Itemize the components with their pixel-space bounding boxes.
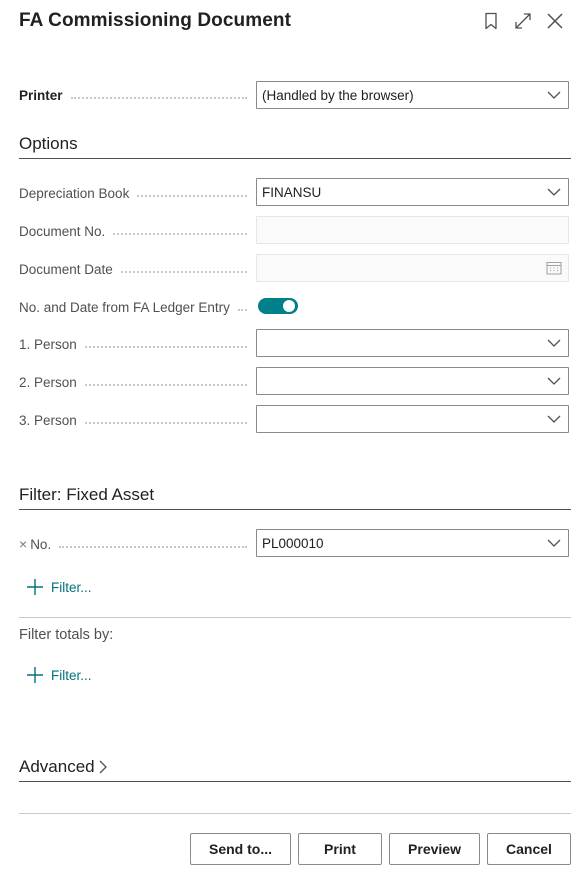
advanced-label: Advanced (19, 757, 95, 776)
send-to-button[interactable]: Send to... (190, 833, 291, 865)
document-date-input[interactable] (256, 254, 569, 282)
person3-select[interactable] (256, 405, 569, 433)
advanced-toggle[interactable]: Advanced (19, 757, 108, 777)
chevron-down-icon (540, 179, 568, 205)
plus-icon (27, 667, 43, 683)
document-no-label: Document No. (19, 221, 255, 241)
calendar-icon[interactable] (540, 255, 568, 281)
add-filter-label: Filter... (51, 667, 92, 683)
options-heading[interactable]: Options (19, 134, 78, 154)
printer-select[interactable]: (Handled by the browser) (256, 81, 569, 109)
chevron-right-icon (99, 760, 107, 774)
depreciation-book-select[interactable]: FINANSU (256, 178, 569, 206)
options-divider (19, 158, 571, 159)
person1-label: 1. Person (19, 334, 255, 354)
advanced-divider (19, 781, 571, 782)
person1-select[interactable] (256, 329, 569, 357)
no-filter-label: × No. (19, 534, 255, 554)
expand-icon[interactable] (512, 10, 534, 32)
no-date-from-ledger-label: No. and Date from FA Ledger Entry (19, 297, 255, 317)
chevron-down-icon (540, 82, 568, 108)
toggle-knob (283, 300, 295, 312)
print-button[interactable]: Print (298, 833, 382, 865)
plus-icon (27, 579, 43, 595)
remove-filter-icon[interactable]: × (19, 536, 27, 552)
cancel-button[interactable]: Cancel (487, 833, 571, 865)
person2-select[interactable] (256, 367, 569, 395)
person2-label: 2. Person (19, 372, 255, 392)
footer-divider (19, 813, 571, 814)
chevron-down-icon (540, 330, 568, 356)
divider (19, 617, 571, 618)
no-date-from-ledger-toggle[interactable] (258, 298, 298, 314)
chevron-down-icon (540, 406, 568, 432)
no-filter-select[interactable]: PL000010 (256, 529, 569, 557)
chevron-down-icon (540, 530, 568, 556)
add-filter-label: Filter... (51, 579, 92, 595)
filter-fixed-asset-divider (19, 509, 571, 510)
chevron-down-icon (540, 368, 568, 394)
add-filter-button[interactable]: Filter... (25, 577, 92, 597)
filter-totals-label: Filter totals by: (19, 627, 114, 643)
document-no-input[interactable] (256, 216, 569, 244)
preview-button[interactable]: Preview (389, 833, 480, 865)
person3-label: 3. Person (19, 410, 255, 430)
document-date-label: Document Date (19, 259, 255, 279)
bookmark-icon[interactable] (480, 10, 502, 32)
printer-label: Printer (19, 85, 255, 105)
filter-fixed-asset-heading[interactable]: Filter: Fixed Asset (19, 485, 154, 505)
add-filter-totals-button[interactable]: Filter... (25, 665, 92, 685)
close-icon[interactable] (544, 10, 566, 32)
dialog-title: FA Commissioning Document (19, 10, 292, 31)
depreciation-book-label: Depreciation Book (19, 183, 255, 203)
